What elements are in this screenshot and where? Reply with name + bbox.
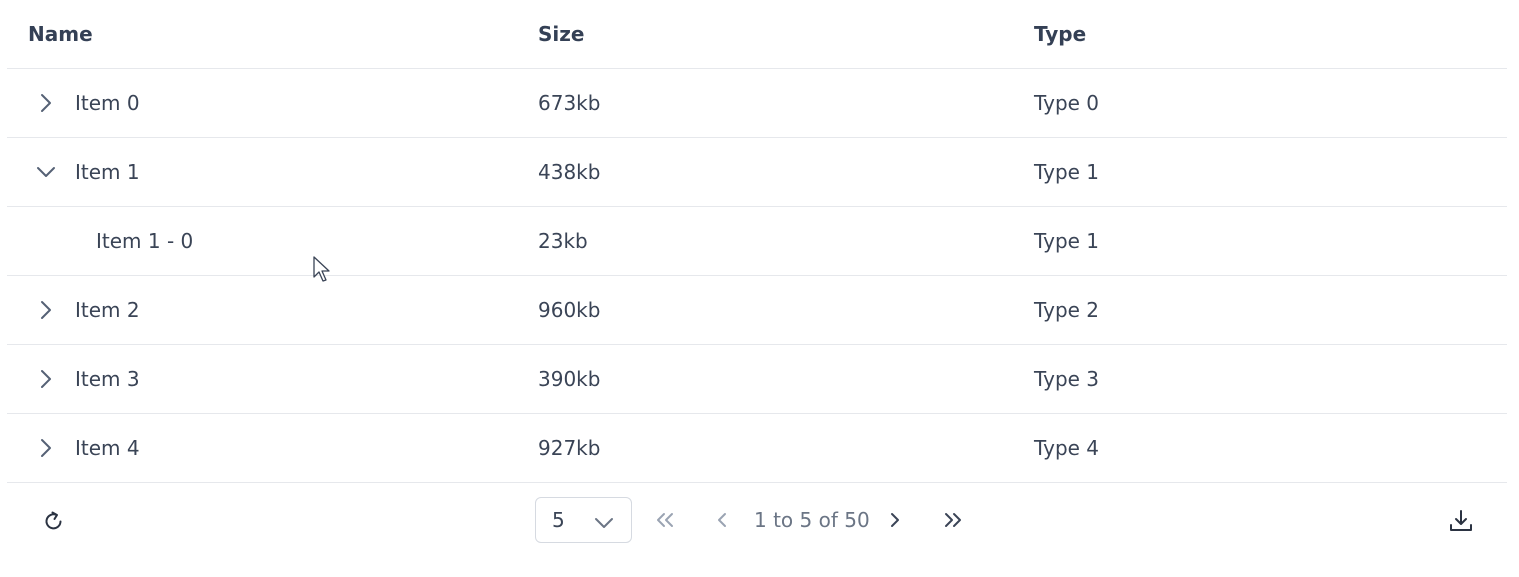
- chevron-down-icon[interactable]: [33, 138, 59, 206]
- mouse-pointer-icon: [313, 256, 333, 284]
- last-page-icon[interactable]: [941, 508, 965, 532]
- row-size: 390kb: [538, 367, 601, 391]
- column-header-type[interactable]: Type: [1034, 0, 1086, 68]
- pagination-footer: 5 1 to 5 of 50: [7, 484, 1507, 577]
- tree-data-table: Name Size Type Item 0 673kb Type 0 Item …: [7, 0, 1507, 483]
- row-size: 927kb: [538, 436, 601, 460]
- row-name: Item 0: [75, 91, 140, 115]
- row-type: Type 0: [1034, 91, 1100, 115]
- page-size-select[interactable]: 5: [535, 497, 632, 543]
- table-row[interactable]: Item 3 390kb Type 3: [7, 345, 1507, 414]
- chevron-right-icon[interactable]: [33, 345, 59, 413]
- row-name: Item 2: [75, 298, 140, 322]
- chevron-right-icon[interactable]: [33, 276, 59, 344]
- row-name: Item 3: [75, 367, 140, 391]
- row-type: Type 1: [1034, 160, 1100, 184]
- column-header-name[interactable]: Name: [28, 0, 93, 68]
- first-page-icon[interactable]: [653, 508, 677, 532]
- table-row-child[interactable]: Item 1 - 0 23kb Type 1: [7, 207, 1507, 276]
- table-row[interactable]: Item 1 438kb Type 1: [7, 138, 1507, 207]
- header-row: Name Size Type: [7, 0, 1507, 69]
- row-size: 23kb: [538, 229, 588, 253]
- table-row[interactable]: Item 2 960kb Type 2: [7, 276, 1507, 345]
- column-header-size[interactable]: Size: [538, 0, 584, 68]
- chevron-down-icon: [593, 512, 615, 536]
- previous-page-icon[interactable]: [710, 508, 734, 532]
- pagination-status: 1 to 5 of 50: [754, 508, 870, 532]
- page-size-value: 5: [552, 508, 565, 532]
- row-size: 960kb: [538, 298, 601, 322]
- refresh-icon[interactable]: [42, 509, 66, 533]
- row-type: Type 1: [1034, 229, 1100, 253]
- row-type: Type 3: [1034, 367, 1100, 391]
- table-row[interactable]: Item 4 927kb Type 4: [7, 414, 1507, 483]
- chevron-right-icon[interactable]: [33, 414, 59, 482]
- row-name: Item 1: [75, 160, 140, 184]
- row-name: Item 1 - 0: [96, 229, 194, 253]
- row-size: 438kb: [538, 160, 601, 184]
- table-row[interactable]: Item 0 673kb Type 0: [7, 69, 1507, 138]
- row-size: 673kb: [538, 91, 601, 115]
- row-type: Type 4: [1034, 436, 1100, 460]
- next-page-icon[interactable]: [883, 508, 907, 532]
- row-type: Type 2: [1034, 298, 1100, 322]
- row-name: Item 4: [75, 436, 140, 460]
- chevron-right-icon[interactable]: [33, 69, 59, 137]
- download-icon[interactable]: [1448, 508, 1474, 534]
